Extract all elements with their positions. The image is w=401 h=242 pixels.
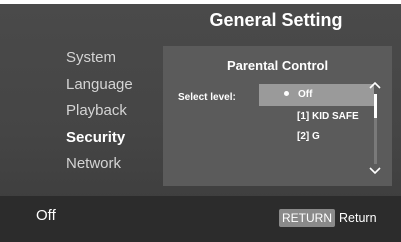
return-hint[interactable]: RETURN Return bbox=[279, 209, 377, 227]
option-label: Off bbox=[298, 89, 313, 100]
sidebar-item-network[interactable]: Network bbox=[54, 151, 154, 178]
option-label: [2] G bbox=[297, 131, 320, 142]
select-level-label: Select level: bbox=[178, 92, 236, 103]
settings-sidebar: System Language Playback Security Networ… bbox=[54, 45, 154, 178]
return-label: Return bbox=[339, 211, 377, 225]
level-option-off[interactable]: Off bbox=[259, 84, 374, 106]
sidebar-item-security[interactable]: Security bbox=[54, 125, 154, 152]
level-option-kid-safe[interactable]: [1] KID SAFE bbox=[259, 106, 374, 128]
top-edge-strip bbox=[0, 0, 401, 4]
sidebar-item-language[interactable]: Language bbox=[54, 72, 154, 99]
settings-screen: General Setting System Language Playback… bbox=[0, 0, 401, 242]
parental-control-panel: Parental Control Select level: Off [1] K… bbox=[163, 46, 392, 186]
level-option-g[interactable]: [2] G bbox=[259, 126, 374, 148]
sidebar-item-playback[interactable]: Playback bbox=[54, 98, 154, 125]
sidebar-item-system[interactable]: System bbox=[54, 45, 154, 72]
scrollbar[interactable] bbox=[374, 94, 377, 164]
panel-title: Parental Control bbox=[226, 58, 329, 73]
selected-bullet-icon bbox=[284, 90, 289, 96]
scrollbar-thumb[interactable] bbox=[374, 94, 377, 118]
return-key-badge: RETURN bbox=[279, 209, 335, 227]
current-level-status: Off bbox=[36, 207, 56, 224]
chevron-down-icon[interactable] bbox=[368, 166, 382, 176]
option-label: [1] KID SAFE bbox=[297, 111, 359, 122]
status-bar: Off RETURN Return bbox=[0, 196, 401, 242]
page-title: General Setting bbox=[209, 10, 343, 30]
chevron-up-icon[interactable] bbox=[368, 80, 382, 90]
